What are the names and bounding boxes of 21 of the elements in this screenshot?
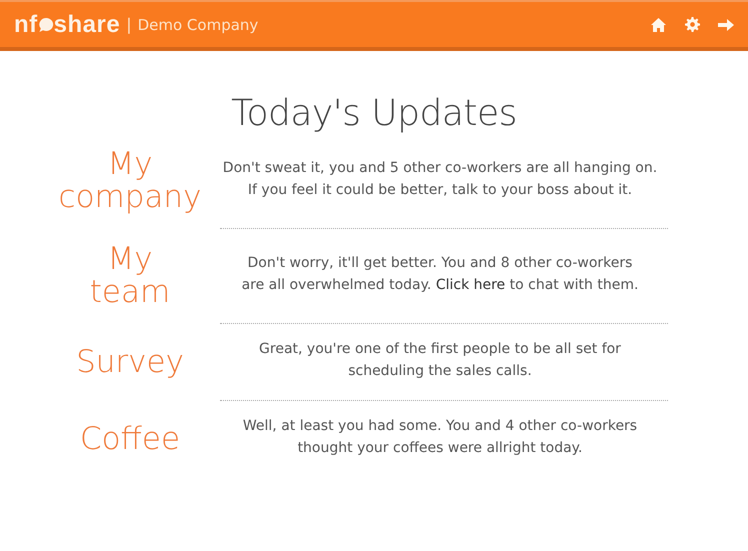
category-label: Survey xyxy=(75,346,185,378)
category-label: Coffee xyxy=(78,422,182,456)
category-label: My company xyxy=(58,148,202,214)
update-message: Great, you're one of the first people to be all set for scheduling the sales calls. xyxy=(258,340,622,381)
home-button[interactable] xyxy=(650,16,667,32)
update-message: Well, at least you had some. You and 4 other co-workers thought your coffees were allright today. xyxy=(242,417,638,458)
update-message: Don't sweat it, you and 5 other co-workers are all hanging on. If you feel it could be better, talk to your boss about it. xyxy=(222,159,658,200)
arrow-right-icon xyxy=(718,18,734,32)
home-icon xyxy=(650,16,667,32)
speech-bubble-icon xyxy=(38,16,54,32)
logo-text: share xyxy=(54,10,120,38)
page-title: Today's Updates xyxy=(230,93,518,134)
category-label: My team xyxy=(88,243,172,309)
company-name: Demo Company xyxy=(138,16,258,34)
update-message: Don't worry, it'll get better. You and 8 other co-workers are all overwhelmed today. Click here to chat with them. xyxy=(240,254,640,295)
settings-button[interactable] xyxy=(685,17,700,32)
settings-icon xyxy=(685,17,700,32)
logo-text: nf xyxy=(14,10,38,38)
logout-button[interactable] xyxy=(718,18,734,32)
chat-link[interactable]: Click here xyxy=(436,277,506,293)
separator: | xyxy=(126,15,132,34)
